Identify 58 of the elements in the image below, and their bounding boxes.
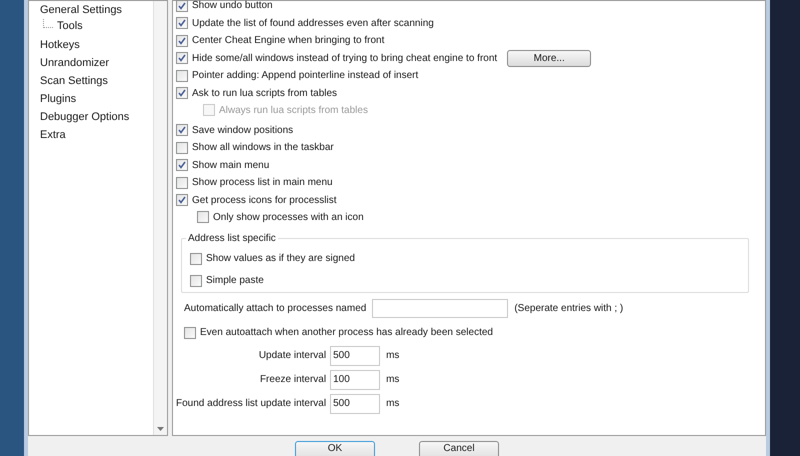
- checkbox[interactable]: [190, 274, 202, 286]
- checkbox-label: Center Cheat Engine when bringing to front: [192, 34, 384, 48]
- checkbox-label: Always run lua scripts from tables: [219, 104, 368, 118]
- checkbox[interactable]: [176, 194, 188, 206]
- checkbox[interactable]: [176, 159, 188, 172]
- more-button[interactable]: More...: [507, 50, 592, 67]
- checkbox[interactable]: [176, 70, 188, 82]
- checkbox-label: Even autoattach when another process has already been selected: [200, 326, 493, 340]
- checkbox[interactable]: [176, 142, 188, 154]
- checkbox[interactable]: [176, 34, 188, 47]
- tree-item[interactable]: Tools: [56, 19, 84, 34]
- checkbox[interactable]: [176, 176, 188, 189]
- checkbox[interactable]: [197, 211, 209, 224]
- checkbox-label: Update the list of found addresses even after scanning: [192, 16, 434, 31]
- tree-item[interactable]: Debugger Options: [39, 108, 130, 126]
- checkbox-label: Ask to run lua scripts from tables: [192, 86, 338, 101]
- process-name-field[interactable]: [372, 299, 508, 318]
- checkbox-label: Pointer adding: Append pointerline instead of insert: [192, 69, 418, 84]
- checkbox-label: Hide some/all windows instead of trying to bring cheat engine to front: [192, 52, 498, 66]
- checkbox-label: Show all windows in the taskbar: [192, 141, 334, 156]
- tree-item[interactable]: Extra: [39, 126, 67, 144]
- checkbox[interactable]: [190, 252, 202, 264]
- tree-item[interactable]: Hotkeys: [39, 36, 81, 54]
- checkbox-label: Show undo button: [192, 0, 273, 14]
- tree-item[interactable]: Unrandomizer: [39, 54, 110, 72]
- interval-field[interactable]: 500: [330, 394, 380, 414]
- scroll-down-icon[interactable]: [157, 427, 164, 431]
- tree-item[interactable]: General Settings: [39, 1, 123, 19]
- checkbox[interactable]: [176, 87, 188, 100]
- tree-item[interactable]: Plugins: [39, 90, 78, 108]
- checkbox[interactable]: [176, 124, 188, 136]
- checkbox-label: Show process list in main menu: [192, 176, 333, 190]
- tree-line: [43, 19, 53, 28]
- interval-field[interactable]: 100: [330, 370, 380, 390]
- field-label: Update interval: [258, 349, 326, 363]
- checkbox-label: Only show processes with an icon: [213, 210, 364, 225]
- checkbox[interactable]: [176, 17, 188, 30]
- unit-label: ms: [386, 397, 400, 411]
- checkbox-label: Save window positions: [192, 124, 294, 138]
- tree-item[interactable]: Scan Settings: [39, 72, 109, 90]
- unit-label: ms: [386, 373, 400, 387]
- field-label: Found address list update interval: [176, 397, 326, 411]
- checkbox-label: Show main menu: [192, 158, 270, 173]
- checkbox[interactable]: [176, 52, 188, 64]
- interval-field[interactable]: 500: [330, 346, 380, 366]
- checkbox[interactable]: [184, 326, 196, 338]
- field-label: Freeze interval: [258, 373, 326, 387]
- dialog-button[interactable]: OK: [295, 441, 375, 456]
- checkbox[interactable]: [176, 0, 188, 12]
- checkbox-label: Simple paste: [206, 274, 264, 288]
- hint-text: (Seperate entries with ; ): [514, 302, 624, 316]
- dialog-button[interactable]: Cancel: [419, 441, 499, 456]
- checkbox-label: Show values as if they are signed: [206, 252, 355, 266]
- group-title: Address list specific: [186, 230, 278, 246]
- checkbox-label: Get process icons for processlist: [192, 194, 336, 208]
- field-label: Automatically attach to processes named: [184, 302, 366, 316]
- scrollbar[interactable]: [153, 1, 167, 435]
- unit-label: ms: [386, 349, 400, 363]
